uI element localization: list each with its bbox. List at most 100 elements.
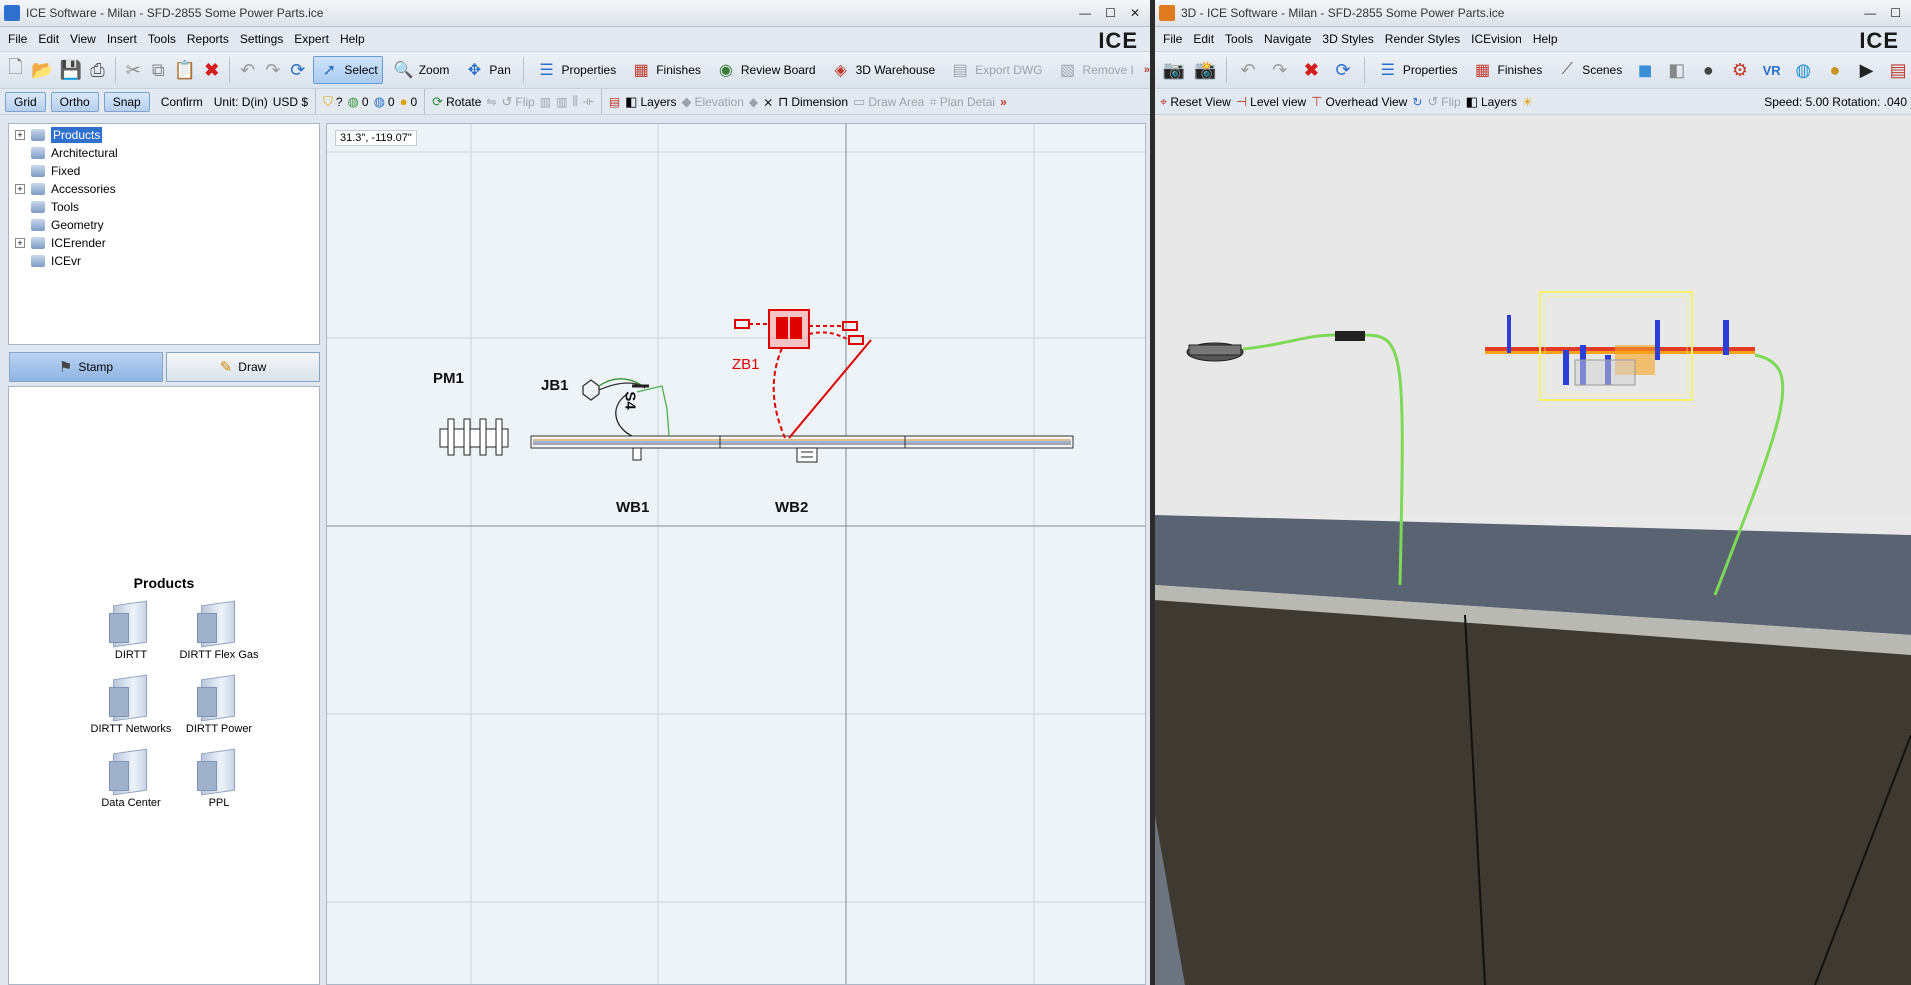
menu-expert[interactable]: Expert [294, 32, 329, 46]
properties-button[interactable]: ☰ Properties [1373, 56, 1462, 84]
align-left-icon[interactable]: ▥ [540, 95, 551, 109]
camera-settings-icon[interactable]: 📸 [1193, 57, 1219, 83]
orbit-icon[interactable]: ↻ [1412, 95, 1422, 109]
finishes-button[interactable]: ▦ Finishes [1468, 56, 1547, 84]
overflow-chevron-icon[interactable]: » [1000, 95, 1007, 109]
align-right-icon[interactable]: ⫼ [572, 94, 578, 109]
report-icon[interactable]: ▤ [609, 95, 620, 109]
diamond-icon[interactable]: ◆ [749, 95, 758, 109]
print-icon[interactable]: ⎙ [88, 57, 107, 83]
elevation-button[interactable]: ◆ Elevation [682, 94, 744, 110]
draw-button[interactable]: ✎ Draw [166, 352, 320, 382]
tree-item-products[interactable]: + Products [9, 126, 319, 144]
close-button[interactable]: ✕ [1130, 6, 1140, 20]
reset-view-button[interactable]: ⌖ Reset View [1160, 94, 1231, 110]
align-center-icon[interactable]: ▥ [556, 95, 567, 109]
tree-item-tools[interactable]: Tools [9, 198, 319, 216]
maximize-button[interactable]: ☐ [1105, 6, 1116, 20]
save-icon[interactable]: 💾 [60, 57, 82, 83]
expand-icon[interactable]: + [15, 184, 25, 194]
vr-icon[interactable]: VR [1759, 57, 1785, 83]
warehouse-button[interactable]: ◈ 3D Warehouse [826, 56, 940, 84]
menu-file[interactable]: File [8, 32, 27, 46]
menu-edit[interactable]: Edit [1193, 32, 1214, 46]
sun-icon[interactable]: ☀ [1522, 95, 1533, 109]
delete-icon[interactable]: ✖ [1299, 57, 1325, 83]
catalog-item[interactable]: DIRTT [87, 599, 175, 661]
minimize-button[interactable]: — [1864, 6, 1876, 20]
catalog-item[interactable]: DIRTT Flex Gas [175, 599, 263, 661]
dimension-button[interactable]: ⊓ Dimension [778, 94, 848, 110]
expand-icon[interactable]: + [15, 238, 25, 248]
maximize-button[interactable]: ☐ [1890, 6, 1901, 20]
counter-two[interactable]: ◍ 0 [374, 94, 395, 110]
snap-toggle[interactable]: Snap [103, 91, 150, 112]
counter-three[interactable]: ● 0 [400, 94, 418, 109]
help-counter[interactable]: ⛉? [323, 94, 342, 110]
measure-icon[interactable]: ⨯ [763, 95, 773, 109]
media-icon[interactable]: ▤ [1885, 57, 1911, 83]
refresh-icon[interactable]: ⟳ [288, 57, 307, 83]
menu-settings[interactable]: Settings [240, 32, 283, 46]
ortho-toggle[interactable]: Ortho [50, 91, 99, 112]
finishes-button[interactable]: ▦ Finishes [626, 56, 705, 84]
distribute-icon[interactable]: ⟛ [583, 94, 594, 109]
catalog-item[interactable]: PPL [175, 747, 263, 809]
camera-icon[interactable]: 📷 [1161, 57, 1187, 83]
plan-detail-button[interactable]: ⌗ Plan Detai [929, 94, 995, 110]
overhead-view-button[interactable]: ⊤ Overhead View [1311, 94, 1407, 110]
tree-item-icevr[interactable]: ICEvr [9, 252, 319, 270]
menu-tools[interactable]: Tools [1225, 32, 1253, 46]
minimize-button[interactable]: — [1079, 6, 1091, 20]
menu-3d-styles[interactable]: 3D Styles [1322, 32, 1373, 46]
undo-icon[interactable]: ↶ [1235, 57, 1261, 83]
menu-help[interactable]: Help [340, 32, 365, 46]
menu-edit[interactable]: Edit [38, 32, 59, 46]
redo-icon[interactable]: ↷ [263, 57, 282, 83]
menu-navigate[interactable]: Navigate [1264, 32, 1311, 46]
menu-icevision[interactable]: ICEvision [1471, 32, 1522, 46]
menu-help[interactable]: Help [1533, 32, 1558, 46]
paste-icon[interactable]: 📋 [174, 57, 196, 83]
flip-button[interactable]: ↺ Flip [1427, 94, 1460, 110]
catalog-item[interactable]: DIRTT Power [175, 673, 263, 735]
globe-icon[interactable]: ◍ [1790, 57, 1816, 83]
cube-icon[interactable]: ◼ [1632, 57, 1658, 83]
expand-icon[interactable]: + [15, 130, 25, 140]
remove-button[interactable]: ▧ Remove I [1053, 56, 1138, 84]
menu-reports[interactable]: Reports [187, 32, 229, 46]
menu-render-styles[interactable]: Render Styles [1385, 32, 1460, 46]
refresh-icon[interactable]: ⟳ [1330, 57, 1356, 83]
flip-button[interactable]: ↺ Flip [501, 94, 534, 110]
delete-icon[interactable]: ✖ [202, 57, 221, 83]
layers-button[interactable]: ◧ Layers [625, 94, 676, 110]
currency-selector[interactable]: USD $ [273, 95, 308, 109]
bulb-icon[interactable]: ● [1696, 57, 1722, 83]
tree-item-architectural[interactable]: Architectural [9, 144, 319, 162]
stamp-button[interactable]: ⚑ Stamp [9, 352, 163, 382]
redo-icon[interactable]: ↷ [1267, 57, 1293, 83]
review-board-button[interactable]: ◉ Review Board [711, 56, 820, 84]
box-icon[interactable]: ◧ [1664, 57, 1690, 83]
layers-button[interactable]: ◧ Layers [1466, 94, 1517, 110]
new-file-icon[interactable]: 🗋 [6, 57, 25, 83]
grid-toggle[interactable]: Grid [5, 91, 46, 112]
undo-icon[interactable]: ↶ [238, 57, 257, 83]
play-icon[interactable]: ▶ [1854, 57, 1880, 83]
render-icon[interactable]: ⚙ [1727, 57, 1753, 83]
cut-icon[interactable]: ✂ [124, 57, 143, 83]
menu-insert[interactable]: Insert [107, 32, 137, 46]
tree-item-fixed[interactable]: Fixed [9, 162, 319, 180]
level-view-button[interactable]: ⊣ Level view [1236, 94, 1306, 110]
pan-tool-button[interactable]: ✥ Pan [459, 56, 514, 84]
zoom-tool-button[interactable]: 🔍 Zoom [389, 56, 454, 84]
catalog-item[interactable]: DIRTT Networks [87, 673, 175, 735]
menu-tools[interactable]: Tools [148, 32, 176, 46]
3d-viewport[interactable] [1155, 115, 1911, 985]
menu-view[interactable]: View [70, 32, 96, 46]
tree-item-accessories[interactable]: + Accessories [9, 180, 319, 198]
properties-button[interactable]: ☰ Properties [532, 56, 621, 84]
draw-area-button[interactable]: ▭ Draw Area [853, 94, 924, 110]
plan-canvas[interactable]: 31.3", -119.07" PM1 JB1 S4 ZB1 WB1 WB2 [326, 123, 1146, 985]
confirm-button[interactable]: Confirm [155, 95, 209, 109]
